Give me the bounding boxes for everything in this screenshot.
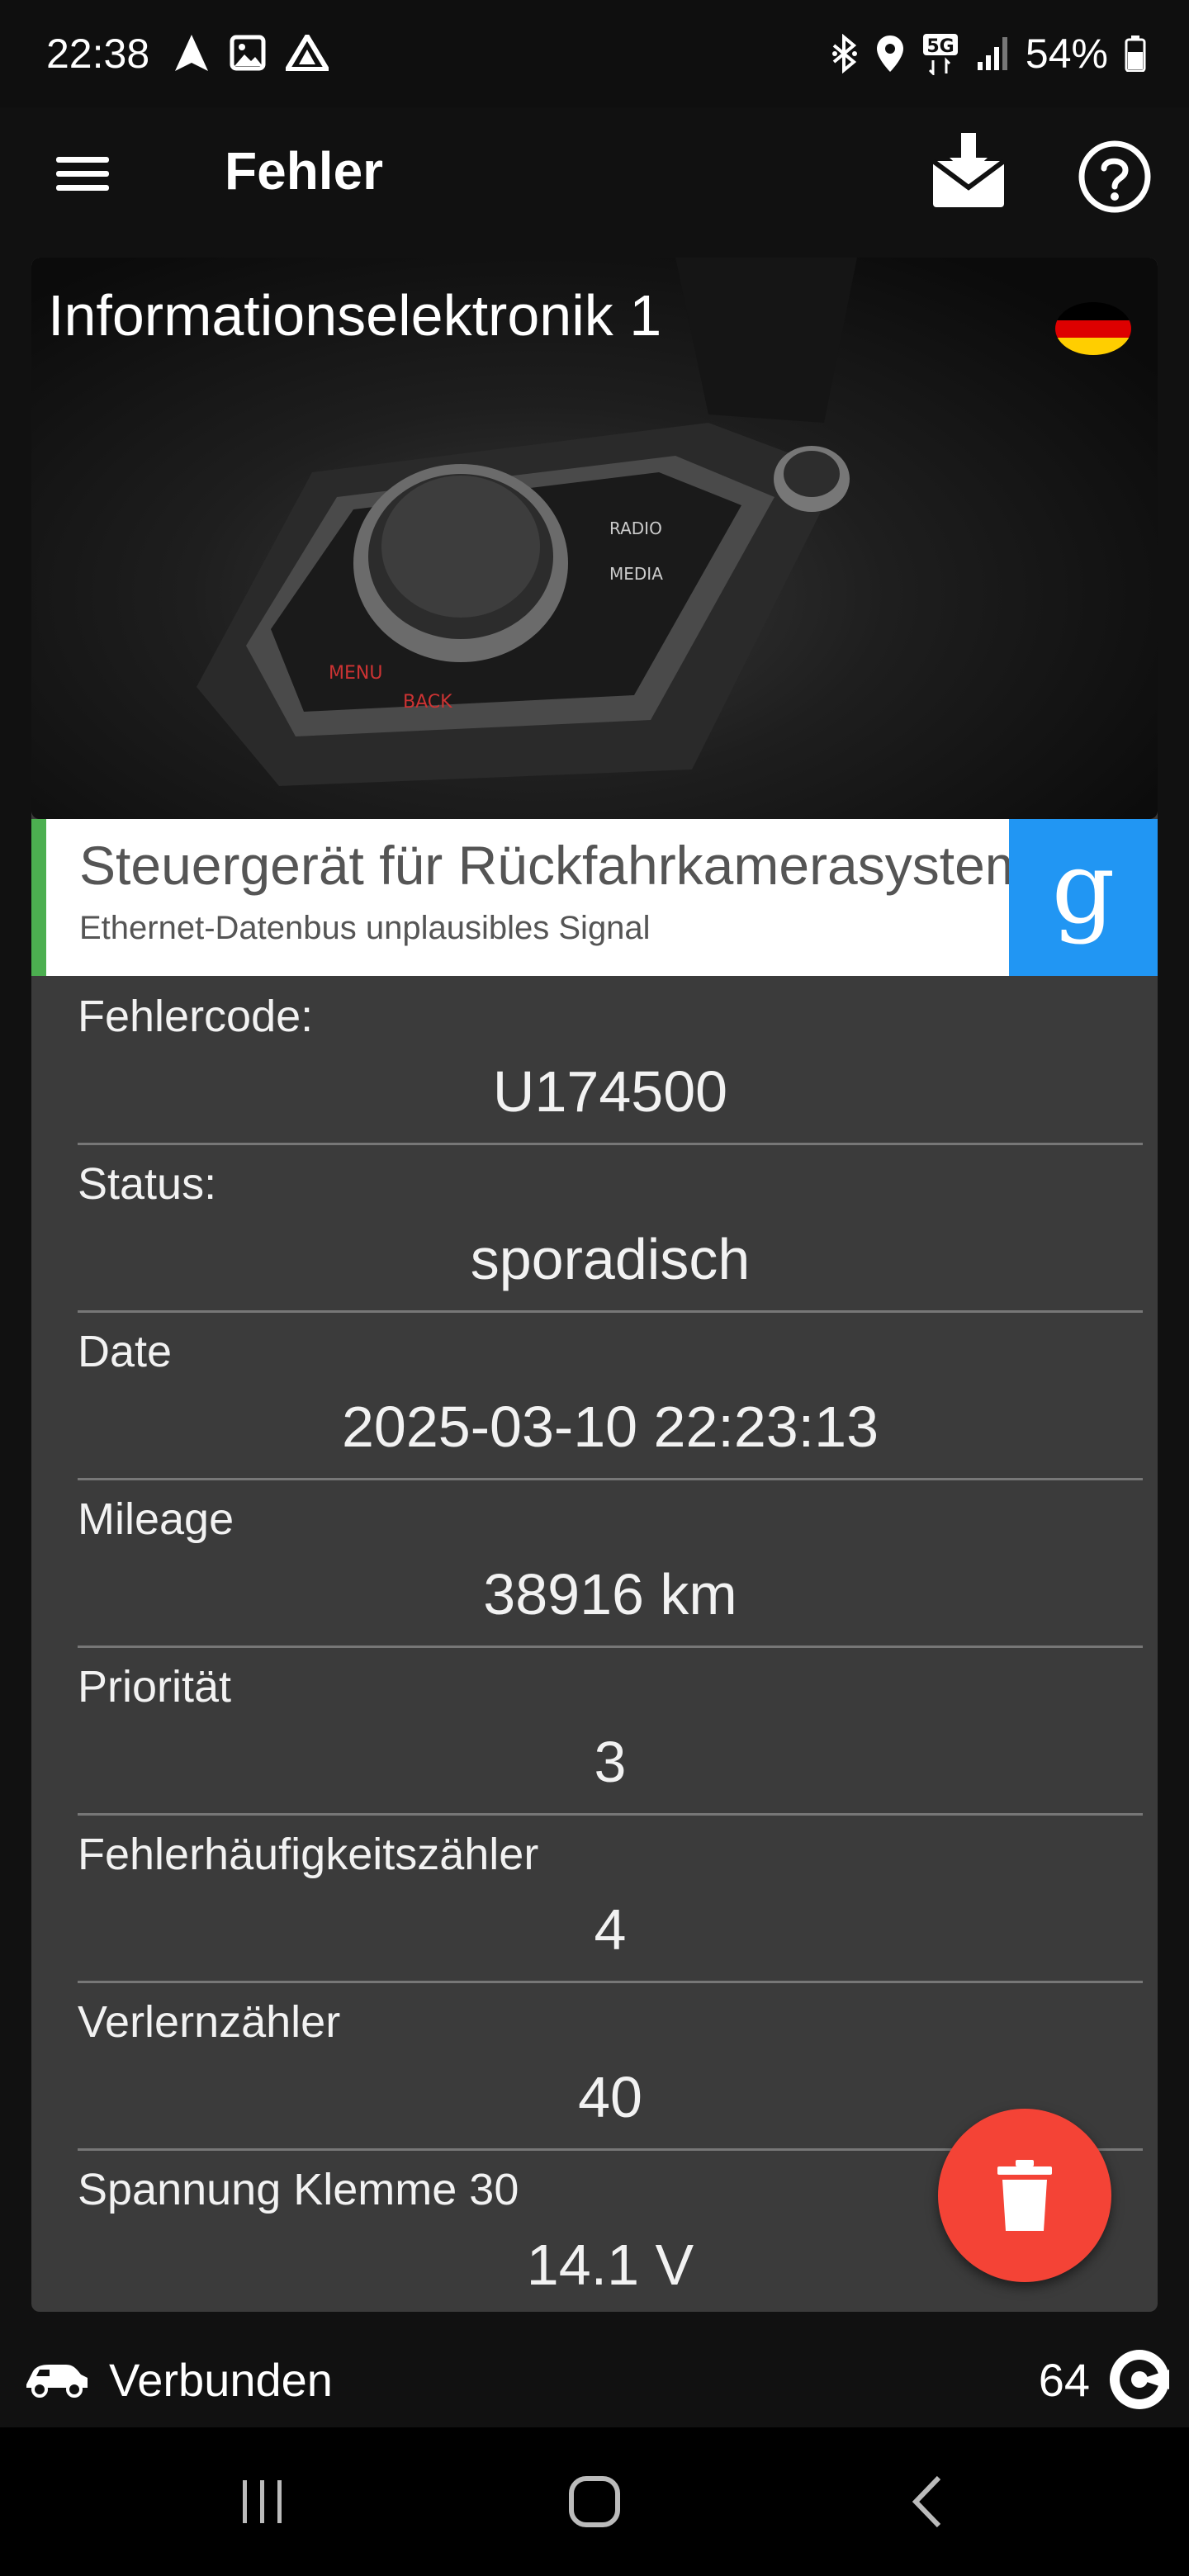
- help-button[interactable]: [1077, 139, 1153, 215]
- inbox-download-button[interactable]: [923, 128, 1014, 219]
- google-search-button[interactable]: g: [1009, 819, 1158, 976]
- location-icon: [876, 36, 903, 72]
- help-icon: [1078, 140, 1151, 213]
- field-status: Status: sporadisch: [78, 1144, 1143, 1313]
- 5g-icon: 5G: [922, 34, 958, 75]
- back-button[interactable]: [877, 2460, 976, 2543]
- image-icon: [230, 35, 266, 71]
- field-value: 2025-03-10 22:23:13: [342, 1395, 879, 1459]
- signal-icon: [977, 37, 1007, 70]
- field-value: 38916 km: [483, 1562, 737, 1627]
- field-value: 3: [594, 1730, 627, 1794]
- battery-icon: [1125, 36, 1146, 72]
- connection-count: 64: [1038, 2354, 1090, 2406]
- module-header-image: MENU BACK RADIO MEDIA Informationselektr…: [31, 258, 1158, 819]
- battery-percent: 54%: [1025, 31, 1108, 77]
- module-title: Informationselektronik 1: [48, 283, 662, 348]
- field-value: sporadisch: [470, 1227, 751, 1291]
- trash-icon: [997, 2160, 1052, 2231]
- delete-fab-button[interactable]: [938, 2109, 1111, 2282]
- recent-apps-button[interactable]: [213, 2460, 312, 2543]
- navigation-icon: [175, 35, 208, 71]
- system-nav-bar: [0, 2427, 1189, 2576]
- field-label: Priorität: [78, 1662, 232, 1712]
- svg-text:BACK: BACK: [403, 692, 452, 713]
- page-title: Fehler: [225, 141, 384, 201]
- field-mileage: Mileage 38916 km: [78, 1479, 1143, 1648]
- recent-apps-icon: [243, 2480, 282, 2523]
- car-icon: [26, 2365, 88, 2398]
- android-auto-icon: [286, 35, 329, 71]
- status-bar: 22:38 5G 54%: [0, 0, 1189, 107]
- inbox-download-icon: [931, 133, 1006, 207]
- app-bar: Fehler: [0, 107, 1189, 248]
- field-label: Status:: [78, 1159, 217, 1209]
- germany-flag-icon: [1055, 302, 1131, 355]
- field-label: Spannung Klemme 30: [78, 2165, 519, 2214]
- field-label: Fehlerhäufigkeitszähler: [78, 1830, 539, 1879]
- field-value: 4: [594, 1897, 627, 1962]
- svg-text:RADIO: RADIO: [609, 519, 662, 538]
- field-frequency-counter: Fehlerhäufigkeitszähler 4: [78, 1814, 1143, 1983]
- back-icon: [912, 2475, 941, 2528]
- home-icon: [569, 2476, 620, 2527]
- field-priority: Priorität 3: [78, 1646, 1143, 1816]
- status-time: 22:38: [46, 31, 150, 77]
- home-button[interactable]: [545, 2460, 644, 2543]
- device-name: Steuergerät für Rückfahrkamerasystem: [79, 835, 1021, 896]
- error-description: Ethernet-Datenbus unplausibles Signal: [79, 910, 651, 946]
- field-label: Verlernzähler: [78, 1997, 341, 2047]
- status-accent-bar: [31, 819, 46, 976]
- field-error-code: Fehlercode: U174500: [78, 976, 1143, 1145]
- field-label: Date: [78, 1327, 173, 1376]
- connection-status: Verbunden: [109, 2354, 333, 2406]
- google-icon: g: [1051, 831, 1116, 946]
- field-label: Fehlercode:: [78, 992, 314, 1041]
- bluetooth-icon: [831, 34, 857, 73]
- menu-icon: [50, 157, 116, 191]
- field-date: Date 2025-03-10 22:23:13: [78, 1311, 1143, 1480]
- field-value: U174500: [492, 1059, 728, 1124]
- gauge-icon[interactable]: [1106, 2346, 1172, 2413]
- field-label: Mileage: [78, 1494, 234, 1544]
- svg-text:5G: 5G: [926, 36, 954, 57]
- svg-text:MEDIA: MEDIA: [609, 564, 663, 584]
- svg-text:MENU: MENU: [329, 663, 382, 684]
- device-row[interactable]: Steuergerät für Rückfahrkamerasystem Eth…: [31, 819, 1158, 976]
- menu-button[interactable]: [50, 149, 116, 206]
- error-detail-card: MENU BACK RADIO MEDIA Informationselektr…: [31, 258, 1158, 2312]
- connection-bar: Verbunden 64: [0, 2328, 1189, 2427]
